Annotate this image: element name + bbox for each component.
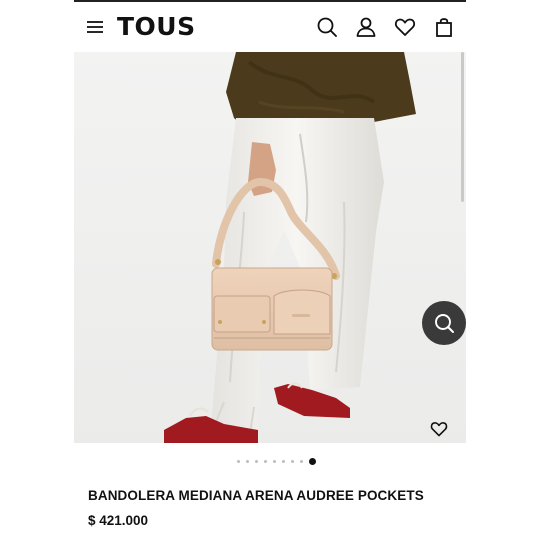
product-title: BANDOLERA MEDIANA ARENA AUDREE POCKETS: [88, 488, 424, 503]
search-icon[interactable]: [316, 16, 338, 38]
gallery-dot[interactable]: [308, 457, 316, 465]
gallery-dot[interactable]: [281, 459, 285, 463]
bag-photo: [74, 52, 466, 443]
gallery-dot[interactable]: [263, 459, 267, 463]
search-icon: [435, 314, 454, 333]
visual-search-button[interactable]: [422, 301, 466, 345]
add-to-wishlist-heart-icon[interactable]: [430, 420, 448, 438]
app-frame: TOUS BANDOLERA MEDIANA ARENA AUDREE POCK…: [74, 0, 466, 540]
gallery-dot[interactable]: [254, 459, 258, 463]
gallery-dot[interactable]: [236, 459, 240, 463]
product-image-gallery[interactable]: [74, 52, 466, 443]
gallery-dot[interactable]: [299, 459, 303, 463]
gallery-dot[interactable]: [272, 459, 276, 463]
brand-logo[interactable]: TOUS: [117, 12, 196, 41]
scroll-indicator: [461, 52, 464, 202]
product-price: $ 421.000: [88, 513, 149, 528]
heart-icon[interactable]: [394, 16, 416, 38]
site-header: TOUS: [74, 2, 466, 52]
bag-icon[interactable]: [433, 16, 455, 38]
menu-icon[interactable]: [86, 18, 104, 36]
gallery-dot[interactable]: [245, 459, 249, 463]
gallery-pagination: [74, 456, 466, 466]
gallery-dot[interactable]: [290, 459, 294, 463]
user-icon[interactable]: [355, 16, 377, 38]
